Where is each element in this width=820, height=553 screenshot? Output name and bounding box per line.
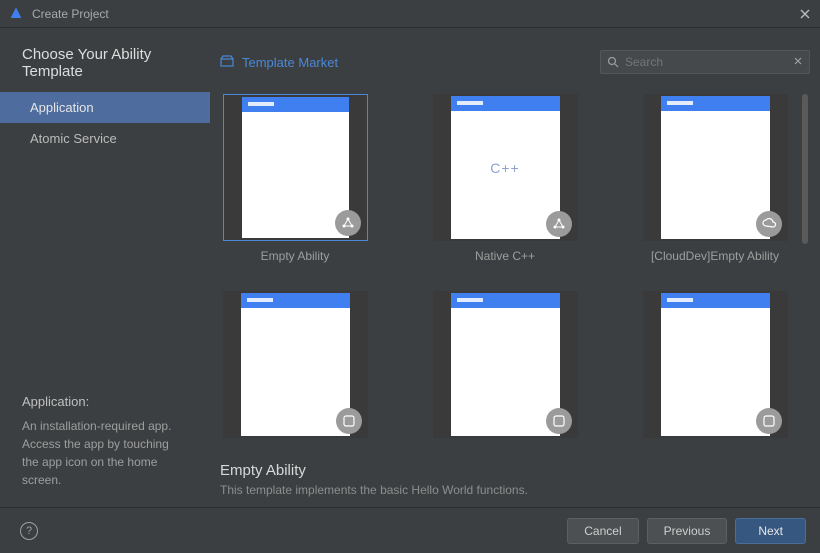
detail-description: This template implements the basic Hello… bbox=[220, 483, 810, 497]
ability-icon bbox=[335, 210, 361, 236]
search-input[interactable] bbox=[625, 55, 793, 69]
close-icon[interactable] bbox=[798, 7, 812, 21]
sidebar-item-application[interactable]: Application bbox=[0, 92, 210, 123]
template-market-link[interactable]: Template Market bbox=[220, 55, 338, 70]
footer: ? Cancel Previous Next bbox=[0, 507, 820, 553]
ability-icon bbox=[546, 211, 572, 237]
template-thumb bbox=[643, 94, 788, 241]
sidebar-item-atomic-service[interactable]: Atomic Service bbox=[0, 123, 210, 154]
content: Choose Your Ability Template Application… bbox=[0, 28, 820, 507]
sidebar: Choose Your Ability Template Application… bbox=[0, 28, 210, 507]
help-icon[interactable]: ? bbox=[20, 522, 38, 540]
templates-grid: Empty Ability C++ Native C++ bbox=[220, 94, 810, 438]
sidebar-description-title: Application: bbox=[22, 392, 188, 412]
generic-icon bbox=[336, 408, 362, 434]
template-detail: Empty Ability This template implements t… bbox=[220, 454, 810, 507]
template-thumb bbox=[223, 94, 368, 241]
template-card[interactable] bbox=[430, 291, 580, 438]
template-card[interactable] bbox=[640, 291, 790, 438]
sidebar-item-label: Application bbox=[30, 100, 94, 115]
sidebar-description: Application: An installation-required ap… bbox=[0, 392, 210, 508]
template-label: Empty Ability bbox=[261, 249, 330, 263]
template-label: [CloudDev]Empty Ability bbox=[651, 249, 779, 263]
scrollbar[interactable] bbox=[802, 94, 808, 244]
template-market-label: Template Market bbox=[242, 55, 338, 70]
window-title: Create Project bbox=[32, 7, 798, 21]
main-top: Template Market bbox=[220, 50, 810, 74]
template-thumb bbox=[433, 291, 578, 438]
app-logo-icon bbox=[8, 6, 24, 22]
search-input-wrap[interactable] bbox=[600, 50, 810, 74]
next-button[interactable]: Next bbox=[735, 518, 806, 544]
sidebar-description-body: An installation-required app. Access the… bbox=[22, 417, 188, 489]
generic-icon bbox=[546, 408, 572, 434]
market-icon bbox=[220, 55, 234, 70]
template-empty-ability[interactable]: Empty Ability bbox=[220, 94, 370, 263]
generic-icon bbox=[756, 408, 782, 434]
templates-scroll: Empty Ability C++ Native C++ bbox=[220, 94, 810, 454]
previous-button[interactable]: Previous bbox=[647, 518, 728, 544]
search-icon bbox=[607, 56, 619, 68]
template-label: Native C++ bbox=[475, 249, 535, 263]
detail-title: Empty Ability bbox=[220, 462, 810, 479]
template-thumb bbox=[223, 291, 368, 438]
template-thumb: C++ bbox=[433, 94, 578, 241]
sidebar-item-label: Atomic Service bbox=[30, 131, 117, 146]
template-native-cpp[interactable]: C++ Native C++ bbox=[430, 94, 580, 263]
clear-search-icon[interactable] bbox=[793, 55, 803, 69]
page-title: Choose Your Ability Template bbox=[0, 42, 210, 92]
cloud-icon bbox=[756, 211, 782, 237]
template-thumb bbox=[643, 291, 788, 438]
cancel-button[interactable]: Cancel bbox=[567, 518, 638, 544]
template-clouddev-empty-ability[interactable]: [CloudDev]Empty Ability bbox=[640, 94, 790, 263]
titlebar: Create Project bbox=[0, 0, 820, 28]
main-panel: Template Market bbox=[210, 28, 820, 507]
cpp-label: C++ bbox=[451, 96, 560, 239]
template-card[interactable] bbox=[220, 291, 370, 438]
